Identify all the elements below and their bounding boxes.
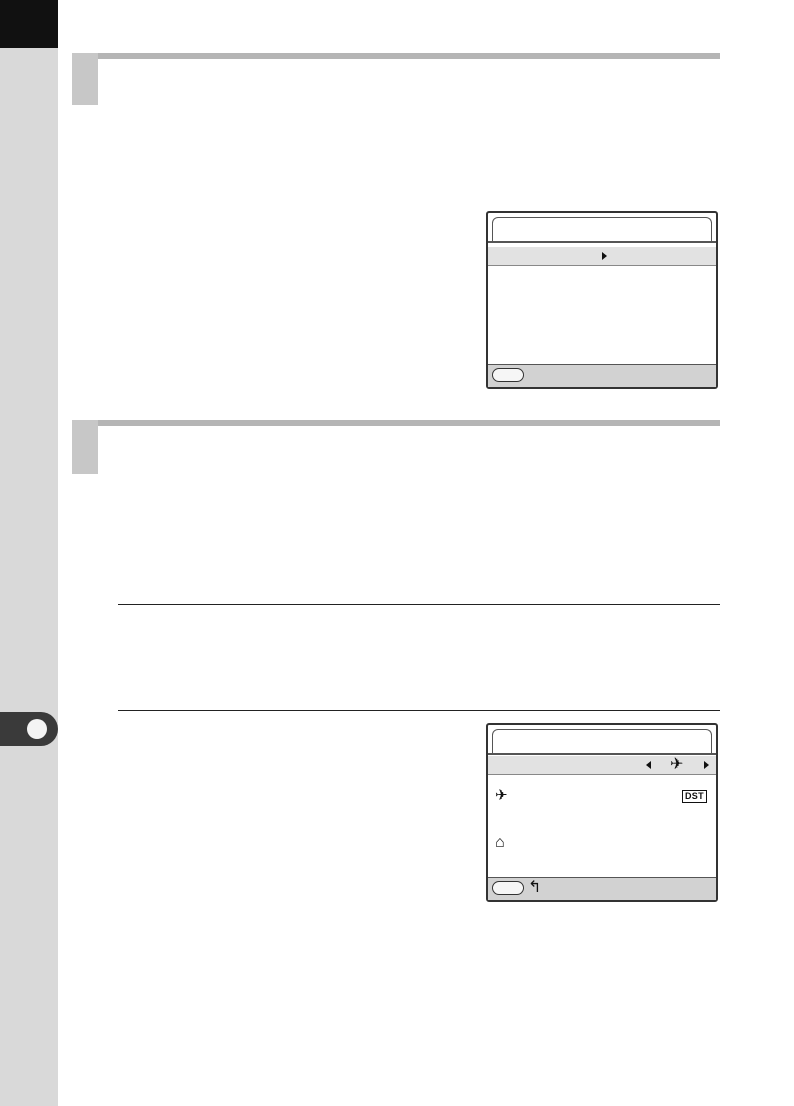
airplane-icon: ✈ — [670, 756, 684, 773]
screen-2-tab — [492, 729, 712, 753]
screen-1-footer — [488, 364, 716, 387]
camera-screen-1 — [486, 211, 718, 389]
screen-1-tab-base — [488, 241, 716, 243]
dst-badge: DST — [682, 790, 707, 803]
step-divider-2 — [118, 710, 720, 711]
right-arrow-icon — [602, 252, 607, 260]
screen-1-selected-row[interactable] — [488, 247, 716, 266]
destination-airplane-icon: ✈ — [495, 787, 508, 804]
step-divider-1 — [118, 604, 720, 605]
side-strip — [0, 0, 58, 1106]
section-2-bar — [72, 420, 720, 426]
chapter-number — [27, 719, 47, 739]
ok-button-icon — [492, 368, 524, 382]
screen-2-selected-row[interactable]: ✈ — [488, 756, 716, 775]
back-arrow-icon: ↰ — [528, 879, 542, 896]
section-1-bar — [72, 53, 720, 59]
menu-button-icon — [492, 881, 524, 895]
section-1-block — [72, 53, 98, 105]
camera-screen-2: ✈ ✈ DST ⌂ ↰ — [486, 723, 718, 902]
screen-2-tab-base — [488, 753, 716, 755]
screen-1-tab — [492, 217, 712, 241]
corner-block — [0, 0, 58, 48]
home-icon: ⌂ — [495, 834, 505, 851]
screen-2-footer: ↰ — [488, 877, 716, 900]
section-2-block — [72, 420, 98, 474]
left-arrow-icon — [646, 761, 651, 769]
right-arrow-icon — [704, 761, 709, 769]
